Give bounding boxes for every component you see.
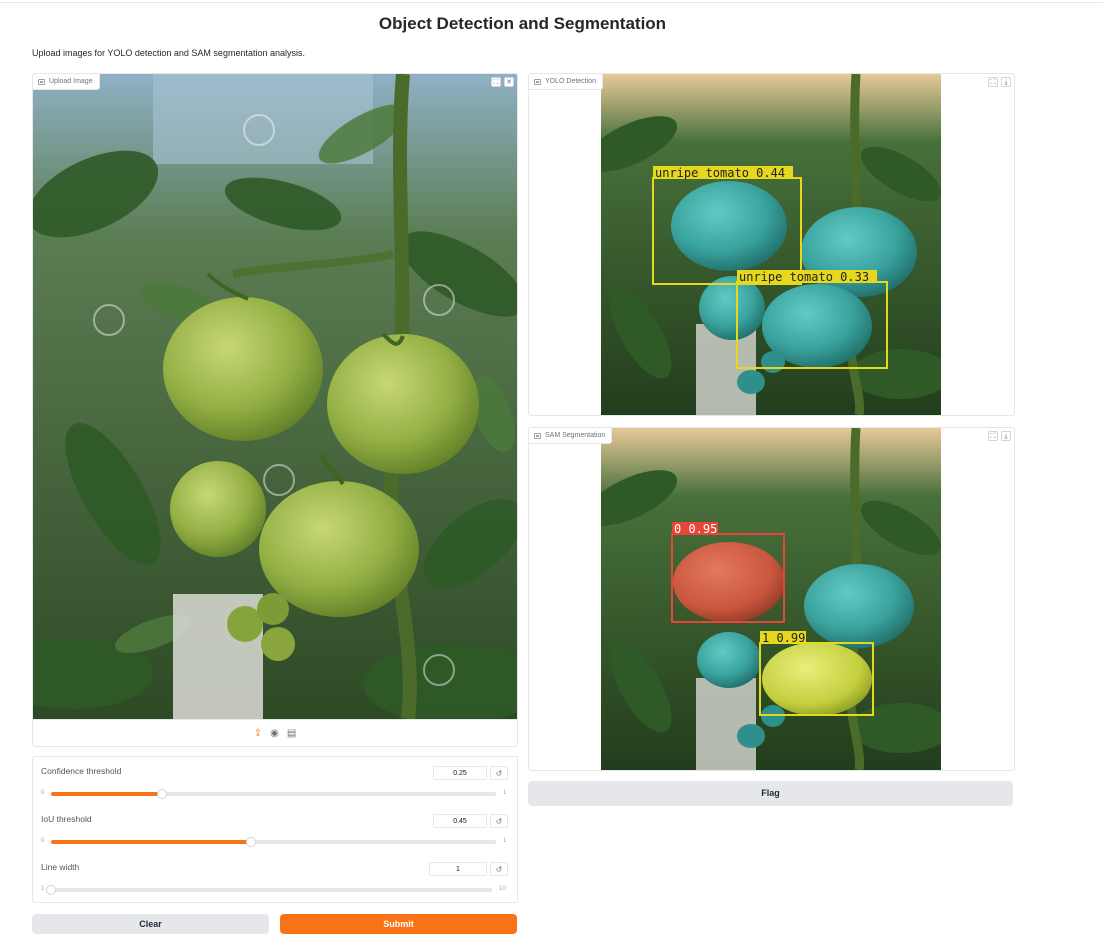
- iou-slider-group: IoU threshold 0.45 ↺ 0 1: [33, 805, 517, 853]
- close-icon[interactable]: ✕: [504, 77, 514, 87]
- svg-text:1 0.99: 1 0.99: [762, 631, 805, 645]
- fullscreen-icon[interactable]: ⛶: [988, 431, 998, 441]
- image-icon: [38, 78, 45, 85]
- sam-result-image: 0 0.95 1 0.99: [601, 428, 941, 770]
- image-icon: [534, 78, 541, 85]
- settings-panel: Confidence threshold 0.25 ↺ 0 1 IoU thre…: [32, 756, 518, 903]
- line-width-input[interactable]: 1: [429, 862, 487, 876]
- slider-thumb[interactable]: [157, 789, 168, 799]
- webcam-icon[interactable]: ◉: [270, 728, 279, 739]
- watermark-icon: [423, 284, 455, 316]
- confidence-slider[interactable]: [51, 789, 496, 799]
- reset-icon[interactable]: ↺: [490, 814, 508, 828]
- page-description: Upload images for YOLO detection and SAM…: [32, 48, 305, 58]
- watermark-icon: [243, 114, 275, 146]
- svg-text:unripe tomato 0.44: unripe tomato 0.44: [655, 166, 785, 180]
- source-selector: ⇪ ◉ ▤: [33, 719, 517, 746]
- download-icon[interactable]: ⤓: [1001, 77, 1011, 87]
- fullscreen-icon[interactable]: ⛶: [988, 77, 998, 87]
- clear-button[interactable]: Clear: [32, 914, 269, 934]
- yolo-result-image: unripe tomato 0.44 unripe tomato 0.33: [601, 74, 941, 415]
- top-divider: [0, 2, 1103, 3]
- yolo-detection-label: YOLO Detection: [529, 74, 603, 90]
- confidence-label: Confidence threshold: [41, 766, 122, 776]
- fullscreen-icon[interactable]: ⛶: [491, 77, 501, 87]
- line-width-slider[interactable]: [46, 885, 492, 895]
- watermark-icon: [263, 464, 295, 496]
- yolo-detection-panel: YOLO Detection ⛶ ⤓ unripe tomato 0.44 un…: [528, 73, 1015, 416]
- slider-thumb[interactable]: [46, 885, 56, 895]
- sam-segmentation-label: SAM Segmentation: [529, 428, 613, 444]
- svg-text:unripe tomato 0.33: unripe tomato 0.33: [739, 270, 869, 284]
- line-width-slider-group: Line width 1 ↺ 1 10: [33, 853, 517, 901]
- watermark-icon: [93, 304, 125, 336]
- iou-slider[interactable]: [51, 837, 496, 847]
- upload-image-label: Upload Image: [33, 74, 100, 90]
- upload-icon[interactable]: ⇪: [254, 728, 262, 739]
- reset-icon[interactable]: ↺: [490, 766, 508, 780]
- image-icon: [534, 432, 541, 439]
- upload-image-panel[interactable]: Upload Image ⛶ ✕ ⇪ ◉ ▤: [32, 73, 518, 747]
- slider-thumb[interactable]: [246, 837, 257, 847]
- svg-text:0 0.95: 0 0.95: [674, 522, 717, 536]
- uploaded-image: [33, 74, 517, 719]
- download-icon[interactable]: ⤓: [1001, 431, 1011, 441]
- confidence-slider-group: Confidence threshold 0.25 ↺ 0 1: [33, 757, 517, 805]
- watermark-icon: [423, 654, 455, 686]
- clipboard-icon[interactable]: ▤: [287, 728, 296, 739]
- submit-button[interactable]: Submit: [280, 914, 517, 934]
- line-width-label: Line width: [41, 862, 80, 872]
- page-title: Object Detection and Segmentation: [378, 14, 667, 33]
- iou-label: IoU threshold: [41, 814, 92, 824]
- confidence-input[interactable]: 0.25: [433, 766, 487, 780]
- flag-button[interactable]: Flag: [528, 781, 1013, 806]
- iou-input[interactable]: 0.45: [433, 814, 487, 828]
- sam-segmentation-panel: SAM Segmentation ⛶ ⤓ 0 0.95 1 0.99: [528, 427, 1015, 771]
- reset-icon[interactable]: ↺: [490, 862, 508, 876]
